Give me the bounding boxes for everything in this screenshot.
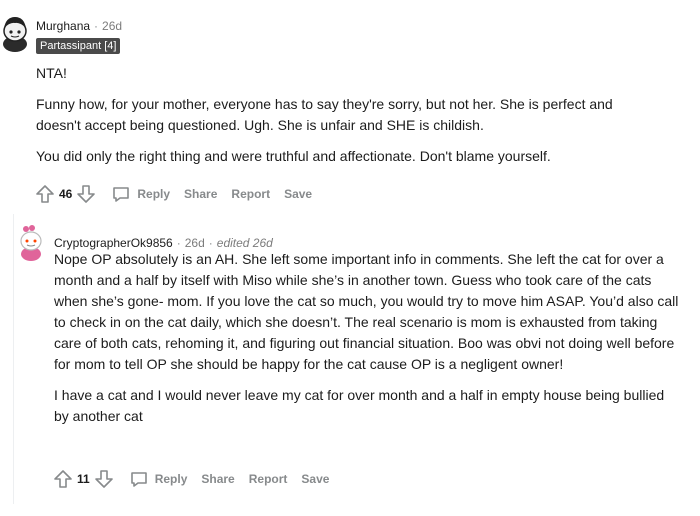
comment-actions: 11 Reply Share Report Save	[52, 468, 329, 490]
report-button[interactable]: Report	[231, 187, 270, 201]
upvote-icon[interactable]	[34, 183, 56, 205]
comment-paragraph: Funny how, for your mother, everyone has…	[36, 96, 613, 133]
downvote-icon[interactable]	[75, 183, 97, 205]
timestamp[interactable]: 26d	[102, 19, 122, 33]
share-button[interactable]: Share	[201, 472, 234, 486]
vote-score: 46	[59, 187, 73, 201]
comment-paragraph: NTA!	[36, 65, 67, 81]
thread-line[interactable]	[13, 214, 14, 504]
timestamp[interactable]: 26d	[185, 236, 205, 250]
upvote-icon[interactable]	[52, 468, 74, 490]
separator: ·	[176, 236, 181, 250]
username[interactable]: CryptographerOk9856	[54, 236, 173, 250]
edited-label: edited 26d	[216, 236, 273, 250]
reply-button[interactable]: Reply	[111, 184, 170, 204]
username[interactable]: Murghana	[36, 19, 90, 33]
report-button[interactable]: Report	[249, 472, 288, 486]
comment-paragraph: I have a cat and I would never leave my …	[54, 387, 665, 424]
comment-meta: CryptographerOk9856 · 26d · edited 26d	[54, 236, 273, 250]
snoo-avatar-icon	[20, 225, 42, 261]
share-button[interactable]: Share	[184, 187, 217, 201]
comment-body: NTA! Funny how, for your mother, everyon…	[36, 63, 656, 177]
downvote-icon[interactable]	[93, 468, 115, 490]
avatar[interactable]	[17, 224, 45, 262]
comment-bubble-icon	[130, 472, 147, 487]
user-flair: Partassipant [4]	[36, 38, 121, 54]
vote-score: 11	[77, 472, 90, 486]
comment-body: Nope OP absolutely is an AH. She left so…	[54, 249, 679, 437]
save-button[interactable]: Save	[284, 187, 312, 201]
save-button[interactable]: Save	[301, 472, 329, 486]
comment-bubble-icon	[113, 187, 130, 202]
comment-paragraph: You did only the right thing and were tr…	[36, 148, 551, 164]
comment-meta: Murghana · 26d	[36, 19, 122, 33]
avatar[interactable]	[0, 14, 30, 52]
reply-button[interactable]: Reply	[129, 469, 188, 489]
separator: ·	[208, 236, 213, 250]
comment-paragraph: Nope OP absolutely is an AH. She left so…	[54, 251, 679, 372]
separator: ·	[94, 19, 99, 33]
reply-label: Reply	[137, 187, 171, 201]
comment-actions: 46 Reply Share Report Save	[34, 183, 312, 205]
reply-label: Reply	[154, 472, 188, 486]
snoo-avatar-icon	[3, 17, 27, 52]
